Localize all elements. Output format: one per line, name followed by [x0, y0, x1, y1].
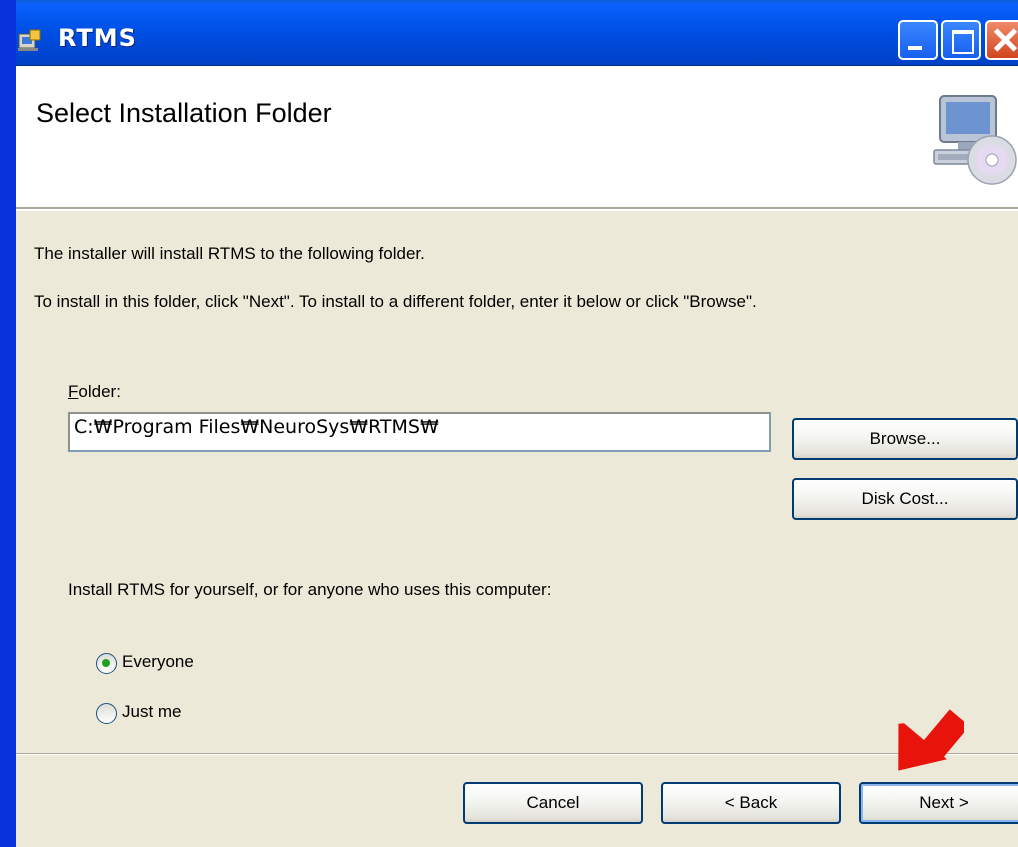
folder-label-accelerator: F — [68, 382, 79, 401]
minimize-button[interactable] — [898, 20, 938, 60]
radio-label-just-me: Just me — [122, 702, 182, 721]
red-arrow-icon — [898, 709, 964, 771]
disk-cost-button[interactable]: Disk Cost... — [792, 478, 1018, 520]
computer-cd-icon — [933, 95, 1017, 185]
cancel-button[interactable]: Cancel — [463, 782, 643, 824]
page-title: Select Installation Folder — [36, 98, 332, 128]
intro-text-1: The installer will install RTMS to the f… — [34, 244, 425, 263]
next-button[interactable]: Next > — [859, 782, 1018, 824]
radio-label-everyone: Everyone — [122, 652, 194, 671]
install-for-text: Install RTMS for yourself, or for anyone… — [68, 580, 552, 599]
folder-label-rest: older: — [78, 382, 121, 401]
folder-label: Folder: — [68, 382, 121, 402]
intro-text-2: To install in this folder, click "Next".… — [34, 292, 757, 311]
radio-button-unselected[interactable] — [96, 703, 117, 724]
radio-button-selected[interactable] — [96, 653, 117, 674]
header-banner: Select Installation Folder — [16, 66, 1018, 211]
installer-icon — [18, 29, 41, 51]
close-button[interactable] — [985, 20, 1018, 60]
maximize-button[interactable] — [941, 20, 981, 60]
back-button[interactable]: < Back — [661, 782, 841, 824]
browse-button[interactable]: Browse... — [792, 418, 1018, 460]
title-bar[interactable]: RTMS — [16, 0, 1018, 66]
folder-path-input[interactable]: C:₩Program Files₩NeuroSys₩RTMS₩ — [68, 412, 771, 452]
installer-window: RTMS Select Installation Folder The inst… — [0, 0, 1018, 847]
radio-dot — [102, 659, 110, 667]
window-title: RTMS — [58, 24, 137, 52]
footer-separator — [16, 753, 1018, 755]
